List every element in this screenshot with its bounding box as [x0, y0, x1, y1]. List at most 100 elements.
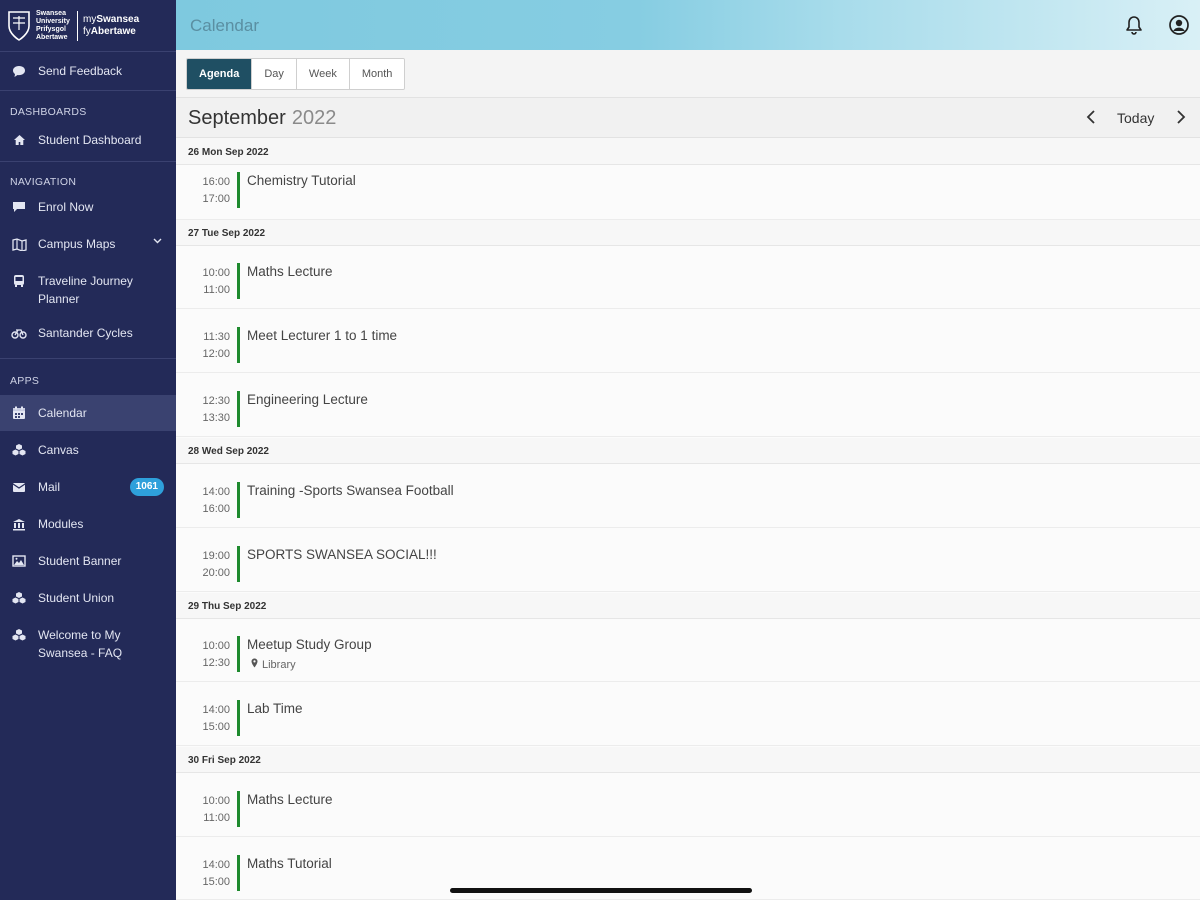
day-header: 30 Fri Sep 2022 — [176, 747, 1200, 773]
event-title: Meet Lecturer 1 to 1 time — [247, 328, 398, 343]
sidebar-item-traveline[interactable]: Traveline Journey Planner — [0, 266, 176, 322]
view-switcher: Agenda Day Week Month — [186, 58, 406, 90]
cubes-icon — [10, 589, 28, 607]
event-start: 14:00 — [202, 704, 230, 716]
event-end: 20:00 — [202, 567, 230, 579]
sidebar: Swansea University Prifysgol Abertawe my… — [0, 0, 176, 900]
event-title: Maths Tutorial — [247, 856, 332, 871]
sidebar-item-enrol-now[interactable]: Enrol Now — [0, 192, 176, 230]
university-name: Swansea University Prifysgol Abertawe — [36, 9, 70, 41]
event-item[interactable]: 11:30 12:00 Meet Lecturer 1 to 1 time — [176, 321, 1200, 373]
event-color-bar — [237, 263, 240, 299]
section-heading-apps: APPS — [10, 375, 40, 387]
sidebar-item-calendar[interactable]: Calendar — [0, 395, 176, 431]
event-item[interactable]: 10:00 11:00 Maths Lecture — [176, 257, 1200, 309]
sidebar-item-canvas[interactable]: Canvas — [0, 431, 176, 468]
event-title: Engineering Lecture — [247, 392, 368, 407]
section-heading-navigation: NAVIGATION — [10, 176, 77, 188]
cubes-icon — [10, 441, 28, 459]
event-item[interactable]: 12:30 13:30 Engineering Lecture — [176, 385, 1200, 437]
view-toolbar: Agenda Day Week Month — [176, 50, 1200, 98]
sidebar-item-student-banner[interactable]: Student Banner — [0, 542, 176, 579]
speech-bubble-icon — [10, 62, 28, 80]
event-item[interactable]: 19:00 20:00 SPORTS SWANSEA SOCIAL!!! — [176, 540, 1200, 592]
event-color-bar — [237, 855, 240, 891]
chevron-left-icon[interactable] — [1086, 109, 1096, 128]
event-start: 14:00 — [202, 486, 230, 498]
brand-divider — [77, 10, 78, 41]
month-year: 2022 — [291, 107, 337, 129]
event-start: 19:00 — [202, 550, 230, 562]
event-item[interactable]: 10:00 11:00 Maths Lecture — [176, 785, 1200, 837]
event-color-bar — [237, 791, 240, 827]
day-header: 29 Thu Sep 2022 — [176, 593, 1200, 619]
sidebar-item-student-dashboard[interactable]: Student Dashboard — [0, 121, 176, 161]
faq-line-2: Swansea - FAQ — [38, 646, 123, 660]
chat-icon — [10, 198, 28, 216]
sidebar-item-modules[interactable]: Modules — [0, 505, 176, 542]
event-end: 12:30 — [202, 657, 230, 669]
event-title: Maths Lecture — [247, 792, 333, 807]
traveline-line-2: Planner — [38, 292, 80, 306]
sidebar-item-send-feedback[interactable]: Send Feedback — [0, 52, 176, 90]
crest-icon — [6, 9, 32, 43]
chevron-down-icon[interactable] — [153, 233, 162, 247]
event-start: 11:30 — [203, 331, 230, 343]
view-month-button[interactable]: Month — [349, 59, 405, 89]
traveline-line-1: Traveline Journey — [38, 274, 133, 288]
event-start: 10:00 — [202, 795, 230, 807]
event-start: 10:00 — [202, 640, 230, 652]
page-title: Calendar — [190, 16, 259, 35]
top-header: Calendar — [176, 0, 1200, 50]
event-color-bar — [237, 172, 240, 208]
event-start: 16:00 — [202, 176, 230, 188]
event-item[interactable]: 14:00 15:00 Lab Time — [176, 694, 1200, 746]
event-item[interactable]: 10:00 12:30 Meetup Study Group Library — [176, 630, 1200, 682]
event-title: Training -Sports Swansea Football — [247, 483, 454, 498]
day-header: 27 Tue Sep 2022 — [176, 220, 1200, 246]
current-month: September 2022 — [188, 107, 336, 130]
month-name: September — [188, 107, 286, 129]
map-pin-icon — [251, 658, 258, 671]
event-title: SPORTS SWANSEA SOCIAL!!! — [247, 547, 437, 562]
event-color-bar — [237, 700, 240, 736]
sidebar-item-mail[interactable]: Mail 1061 — [0, 468, 176, 505]
view-day-button[interactable]: Day — [252, 59, 297, 89]
sidebar-item-santander-cycles[interactable]: Santander Cycles — [0, 322, 176, 358]
event-item[interactable]: 14:00 16:00 Training -Sports Swansea Foot… — [176, 476, 1200, 528]
calendar-icon — [10, 404, 28, 422]
event-start: 10:00 — [202, 267, 230, 279]
month-header: September 2022 Today — [176, 98, 1200, 138]
agenda-list: 26 Mon Sep 2022 16:00 17:00 Chemistry Tut… — [176, 139, 1200, 900]
home-indicator[interactable] — [450, 888, 752, 893]
event-color-bar — [237, 546, 240, 582]
cubes-icon — [10, 626, 28, 644]
event-start: 14:00 — [202, 859, 230, 871]
event-start: 12:30 — [202, 395, 230, 407]
view-agenda-button[interactable]: Agenda — [187, 59, 253, 89]
event-end: 16:00 — [202, 503, 230, 515]
sidebar-item-student-union[interactable]: Student Union — [0, 579, 176, 616]
today-button[interactable]: Today — [1117, 110, 1154, 126]
event-item[interactable]: 16:00 17:00 Chemistry Tutorial — [176, 166, 1200, 220]
sidebar-item-faq[interactable]: Welcome to My Swansea - FAQ — [0, 616, 176, 672]
view-week-button[interactable]: Week — [296, 59, 350, 89]
event-color-bar — [237, 327, 240, 363]
image-icon — [10, 552, 28, 570]
event-color-bar — [237, 482, 240, 518]
event-title: Maths Lecture — [247, 264, 333, 279]
section-heading-dashboards: DASHBOARDS — [10, 106, 87, 118]
app-name: mySwansea fyAbertawe — [83, 13, 140, 37]
event-end: 13:30 — [202, 412, 230, 424]
event-title: Lab Time — [247, 701, 303, 716]
chevron-right-icon[interactable] — [1176, 109, 1186, 128]
institution-icon — [10, 515, 28, 533]
bicycle-icon — [10, 324, 28, 342]
sidebar-item-campus-maps[interactable]: Campus Maps — [0, 230, 176, 266]
event-end: 11:00 — [203, 284, 230, 296]
brand-logo[interactable]: Swansea University Prifysgol Abertawe my… — [0, 0, 176, 52]
bell-icon[interactable] — [1123, 14, 1145, 36]
user-account-icon[interactable] — [1168, 14, 1190, 36]
mail-unread-badge: 1061 — [129, 478, 164, 496]
event-location: Library — [251, 658, 296, 671]
